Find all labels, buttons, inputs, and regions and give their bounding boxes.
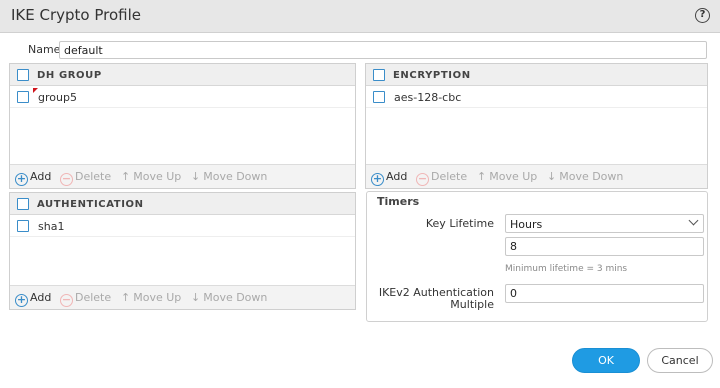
encryption-add-button[interactable]: + Add bbox=[371, 170, 407, 186]
table-row[interactable]: sha1 bbox=[10, 216, 355, 237]
row-checkbox[interactable] bbox=[17, 220, 29, 232]
dh-group-select-all-checkbox[interactable] bbox=[17, 69, 29, 81]
ikev2-auth-multiple-input[interactable] bbox=[505, 284, 704, 303]
arrow-down-icon: ↓ bbox=[191, 170, 201, 183]
authentication-column-header: AUTHENTICATION bbox=[37, 199, 144, 210]
key-lifetime-unit-value: Hours bbox=[510, 218, 543, 231]
timers-title: Timers bbox=[377, 195, 420, 208]
authentication-toolbar: + Add − Delete ↑ Move Up ↓ Move Down bbox=[10, 285, 355, 309]
encryption-value: aes-128-cbc bbox=[394, 91, 462, 104]
dh-group-add-button[interactable]: + Add bbox=[15, 170, 51, 186]
authentication-move-down-button[interactable]: ↓ Move Down bbox=[191, 291, 267, 304]
authentication-header: AUTHENTICATION bbox=[10, 193, 355, 215]
min-lifetime-hint: Minimum lifetime = 3 mins bbox=[505, 264, 628, 274]
row-checkbox[interactable] bbox=[373, 91, 385, 103]
plus-icon: + bbox=[15, 293, 28, 307]
dh-group-move-down-button[interactable]: ↓ Move Down bbox=[191, 170, 267, 183]
encryption-grid: ENCRYPTION aes-128-cbc + Add − Delete ↑ Mov… bbox=[365, 63, 708, 189]
dh-group-grid: DH GROUP group5 + Add − Delete ↑ Move Up ↓ M… bbox=[9, 63, 356, 189]
plus-icon: + bbox=[15, 172, 28, 186]
name-input[interactable] bbox=[59, 41, 707, 59]
authentication-grid: AUTHENTICATION sha1 + Add − Delete ↑ Move U… bbox=[9, 192, 356, 310]
dh-group-toolbar: + Add − Delete ↑ Move Up ↓ Move Down bbox=[10, 164, 355, 188]
encryption-column-header: ENCRYPTION bbox=[393, 70, 471, 81]
minus-icon: − bbox=[60, 172, 73, 186]
key-lifetime-unit-select[interactable]: Hours bbox=[505, 214, 704, 233]
minus-icon: − bbox=[60, 293, 73, 307]
dh-group-delete-button[interactable]: − Delete bbox=[60, 170, 111, 186]
dialog-titlebar: IKE Crypto Profile ? bbox=[0, 0, 720, 33]
authentication-add-button[interactable]: + Add bbox=[15, 291, 51, 307]
ikev2-auth-multiple-label-line2: Multiple bbox=[450, 298, 494, 311]
arrow-down-icon: ↓ bbox=[191, 291, 201, 304]
arrow-up-icon: ↑ bbox=[121, 170, 131, 183]
authentication-value: sha1 bbox=[38, 220, 65, 233]
plus-icon: + bbox=[371, 172, 384, 186]
arrow-up-icon: ↑ bbox=[477, 170, 487, 183]
key-lifetime-input[interactable] bbox=[505, 237, 704, 256]
table-row[interactable]: group5 bbox=[10, 87, 355, 108]
encryption-delete-button[interactable]: − Delete bbox=[416, 170, 467, 186]
key-lifetime-label: Key Lifetime bbox=[425, 217, 494, 230]
table-row[interactable]: aes-128-cbc bbox=[366, 87, 707, 108]
encryption-select-all-checkbox[interactable] bbox=[373, 69, 385, 81]
authentication-delete-button[interactable]: − Delete bbox=[60, 291, 111, 307]
chevron-down-icon bbox=[688, 215, 699, 226]
authentication-move-up-button[interactable]: ↑ Move Up bbox=[121, 291, 181, 304]
arrow-up-icon: ↑ bbox=[121, 291, 131, 304]
minus-icon: − bbox=[416, 172, 429, 186]
encryption-move-up-button[interactable]: ↑ Move Up bbox=[477, 170, 537, 183]
row-checkbox[interactable] bbox=[17, 91, 29, 103]
help-icon[interactable]: ? bbox=[695, 8, 710, 23]
encryption-move-down-button[interactable]: ↓ Move Down bbox=[547, 170, 623, 183]
encryption-toolbar: + Add − Delete ↑ Move Up ↓ Move Down bbox=[366, 164, 707, 188]
dh-group-column-header: DH GROUP bbox=[37, 70, 102, 81]
arrow-down-icon: ↓ bbox=[547, 170, 557, 183]
cancel-button[interactable]: Cancel bbox=[647, 348, 713, 373]
ok-button[interactable]: OK bbox=[572, 348, 640, 373]
encryption-header: ENCRYPTION bbox=[366, 64, 707, 86]
name-label: Name bbox=[28, 43, 61, 56]
dh-group-header: DH GROUP bbox=[10, 64, 355, 86]
dh-group-value: group5 bbox=[38, 91, 77, 104]
dh-group-move-up-button[interactable]: ↑ Move Up bbox=[121, 170, 181, 183]
dialog-title: IKE Crypto Profile bbox=[11, 6, 142, 24]
timers-panel: Timers Key Lifetime Hours Minimum lifeti… bbox=[366, 191, 708, 322]
authentication-select-all-checkbox[interactable] bbox=[17, 198, 29, 210]
